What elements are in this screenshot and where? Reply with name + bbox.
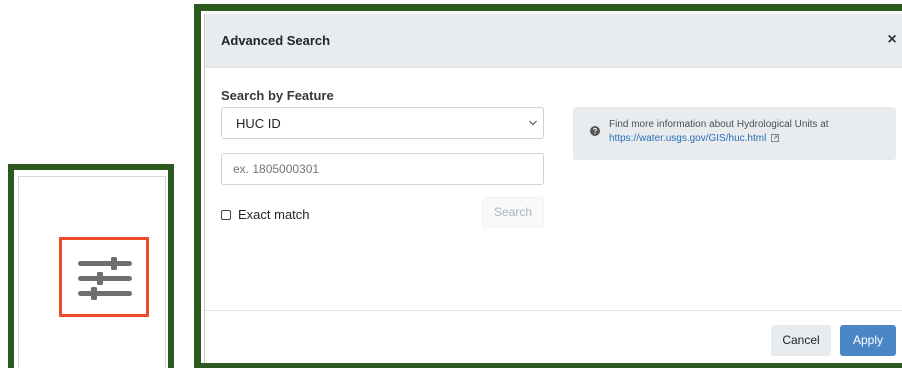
search-button[interactable]: Search xyxy=(482,197,544,228)
huc-id-input[interactable] xyxy=(221,153,544,185)
info-text: Find more information about Hydrological… xyxy=(609,119,829,130)
sliders-icon[interactable] xyxy=(76,257,136,301)
exact-match-label[interactable]: Exact match xyxy=(238,207,310,222)
search-by-feature-label: Search by Feature xyxy=(221,88,334,103)
modal-title: Advanced Search xyxy=(221,33,331,48)
huc-info-box: Find more information about Hydrological… xyxy=(573,107,896,160)
modal-header: Advanced Search × xyxy=(205,14,902,68)
cancel-button[interactable]: Cancel xyxy=(771,325,831,356)
footer-divider xyxy=(205,310,902,311)
info-link-row: https://water.usgs.gov/GIS/huc.html xyxy=(609,132,829,146)
filter-button-highlight[interactable] xyxy=(59,237,149,317)
exact-match-checkbox[interactable] xyxy=(221,210,231,220)
chevron-down-icon xyxy=(529,120,537,126)
filter-panel-frame xyxy=(8,164,174,368)
filter-panel xyxy=(18,176,166,368)
feature-type-value: HUC ID xyxy=(236,116,281,131)
modal-frame: Advanced Search × Search by Feature HUC … xyxy=(194,4,902,368)
external-link-icon[interactable] xyxy=(771,134,780,142)
info-text-block: Find more information about Hydrological… xyxy=(609,118,829,146)
apply-button[interactable]: Apply xyxy=(840,325,896,356)
huc-info-link[interactable]: https://water.usgs.gov/GIS/huc.html xyxy=(609,133,766,144)
close-icon[interactable]: × xyxy=(882,30,902,50)
advanced-search-modal: Advanced Search × Search by Feature HUC … xyxy=(204,14,902,363)
feature-type-select[interactable]: HUC ID xyxy=(221,107,544,139)
question-circle-icon xyxy=(590,126,600,136)
